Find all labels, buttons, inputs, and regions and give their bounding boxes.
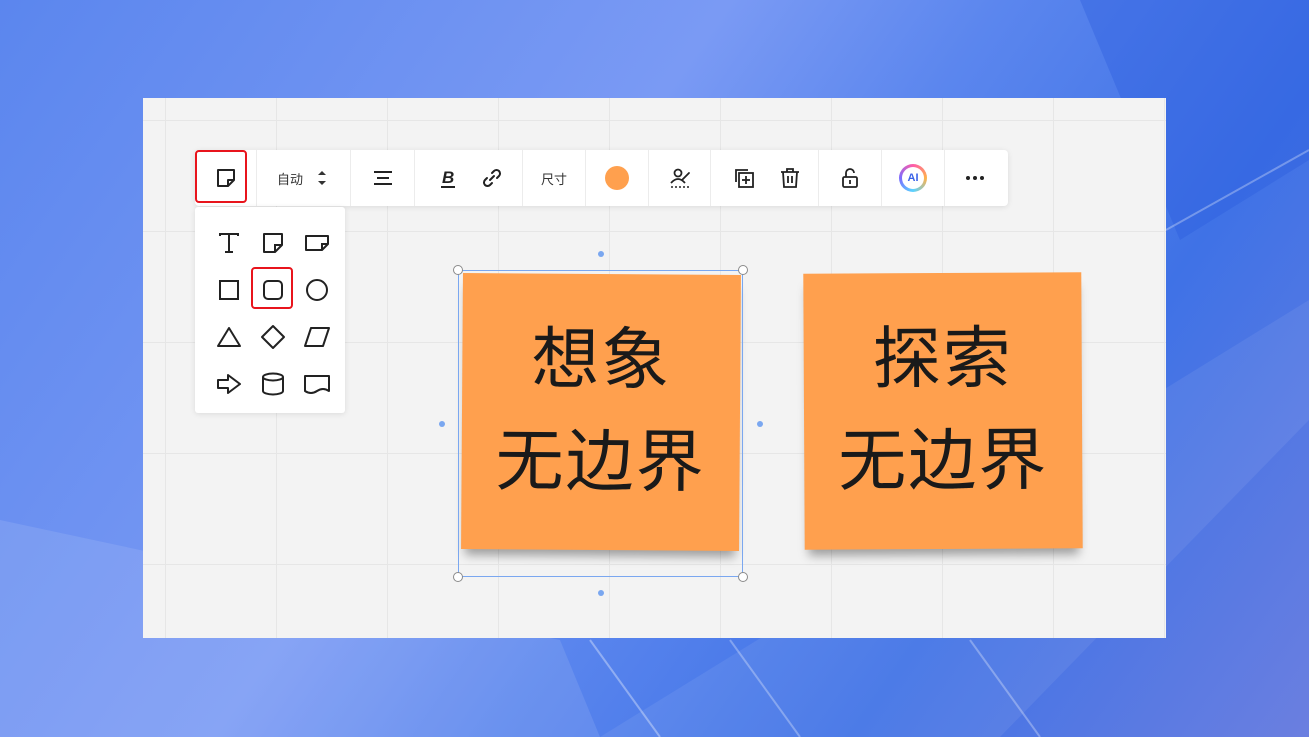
fill-color-button[interactable] — [602, 163, 632, 193]
bold-button[interactable]: B — [433, 163, 463, 193]
resize-handle-bottom-left[interactable] — [453, 572, 463, 582]
connector-point-left[interactable] — [439, 421, 445, 427]
more-icon — [966, 176, 984, 180]
circle-icon — [306, 278, 328, 301]
whiteboard-canvas[interactable]: 自动 B 尺寸 AI 想象 无边界 探索 无边界 — [143, 98, 1166, 638]
arrow-icon — [217, 373, 241, 394]
connector-point-bottom[interactable] — [598, 590, 604, 596]
link-icon — [482, 168, 502, 188]
shape-banner[interactable] — [295, 360, 339, 407]
floating-toolbar: 自动 B 尺寸 AI — [195, 150, 1008, 206]
align-center-icon — [373, 171, 392, 185]
link-button[interactable] — [477, 163, 507, 193]
connector-point-top[interactable] — [598, 251, 604, 257]
border-style-icon — [669, 168, 690, 188]
cylinder-icon — [262, 372, 284, 395]
ai-icon: AI — [899, 164, 927, 192]
sticky-note-2[interactable]: 探索 无边界 — [803, 272, 1083, 550]
resize-handle-bottom-right[interactable] — [738, 572, 748, 582]
shape-rounded-rectangle[interactable] — [251, 266, 295, 313]
fill-color-icon — [605, 166, 629, 190]
shape-picker-panel — [195, 207, 345, 413]
sticky-note-2-line2: 无边界 — [838, 421, 1049, 502]
shape-circle[interactable] — [295, 266, 339, 313]
diamond-icon — [261, 324, 285, 349]
ai-label: AI — [902, 167, 924, 189]
shape-sticky-note[interactable] — [251, 219, 295, 266]
duplicate-button[interactable] — [729, 163, 759, 193]
lock-icon — [842, 168, 858, 188]
text-icon — [219, 232, 239, 253]
duplicate-icon — [735, 169, 754, 188]
sticky-note-wide-icon — [305, 234, 329, 251]
delete-icon — [781, 168, 799, 188]
shape-sticky-note-wide[interactable] — [295, 219, 339, 266]
border-style-button[interactable] — [665, 163, 695, 193]
delete-button[interactable] — [775, 163, 805, 193]
sticky-note-1-line2: 无边界 — [495, 422, 706, 503]
resize-handle-top-right[interactable] — [738, 265, 748, 275]
triangle-icon — [217, 326, 241, 347]
shape-parallelogram[interactable] — [295, 313, 339, 360]
banner-icon — [304, 374, 330, 394]
more-button[interactable] — [960, 163, 990, 193]
sticky-note-icon — [263, 232, 283, 253]
shape-text[interactable] — [207, 219, 251, 266]
rounded-rectangle-icon — [263, 279, 283, 300]
bold-icon: B — [441, 168, 455, 188]
rectangle-icon — [219, 279, 239, 300]
shape-rectangle[interactable] — [207, 266, 251, 313]
shape-arrow[interactable] — [207, 360, 251, 407]
align-button[interactable] — [368, 163, 398, 193]
sticky-note-highlight — [195, 150, 247, 203]
svg-text:B: B — [442, 168, 454, 187]
shape-triangle[interactable] — [207, 313, 251, 360]
sticky-note-2-line1: 探索 — [872, 319, 1013, 400]
shape-diamond[interactable] — [251, 313, 295, 360]
sticky-note-1[interactable]: 想象 无边界 — [461, 273, 741, 551]
ai-button[interactable]: AI — [898, 163, 928, 193]
size-button[interactable]: 尺寸 — [541, 169, 567, 188]
connector-point-right[interactable] — [757, 421, 763, 427]
font-size-mode-label[interactable]: 自动 — [277, 169, 303, 188]
parallelogram-icon — [304, 326, 330, 347]
lock-button[interactable] — [835, 163, 865, 193]
font-size-stepper[interactable] — [315, 163, 329, 193]
shape-cylinder[interactable] — [251, 360, 295, 407]
resize-handle-top-left[interactable] — [453, 265, 463, 275]
sticky-note-1-line1: 想象 — [531, 320, 672, 401]
font-size-stepper-icon — [318, 171, 327, 185]
